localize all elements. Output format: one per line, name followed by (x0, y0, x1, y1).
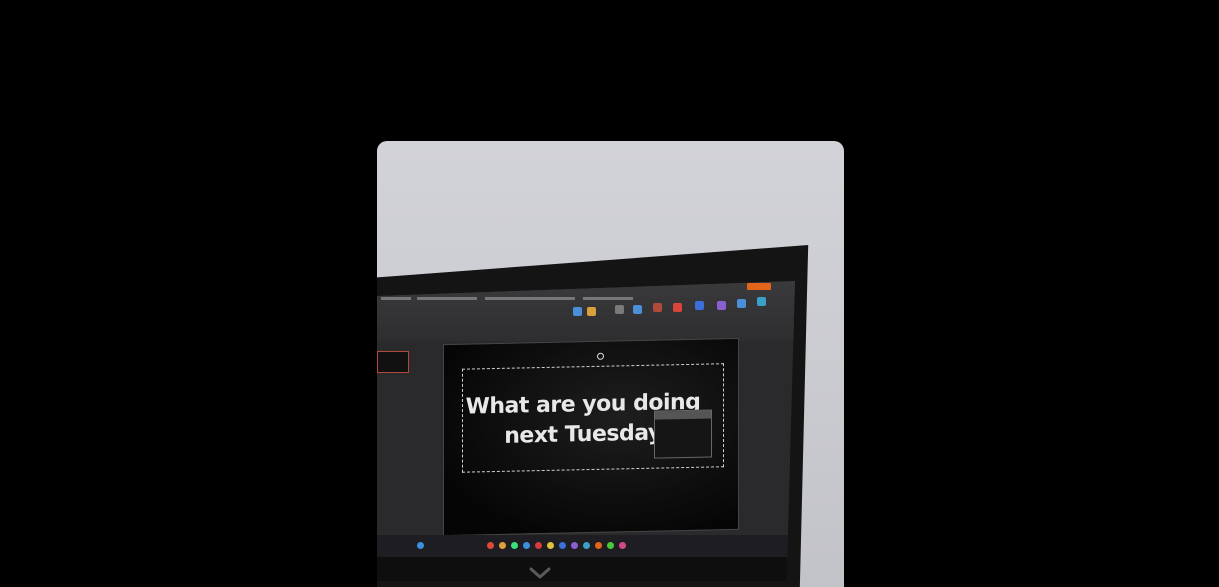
rotate-handle-icon (597, 352, 604, 360)
slide-canvas: What are you doing next Tuesday (443, 337, 739, 537)
laptop-image: What are you doing next Tuesday (377, 245, 809, 587)
windows-taskbar (377, 535, 795, 557)
format-popup (654, 409, 712, 459)
laptop-screen: What are you doing next Tuesday (377, 281, 795, 581)
powerpoint-ribbon (377, 281, 795, 341)
share-button (747, 283, 771, 290)
slide-thumbnail (377, 351, 409, 373)
media-viewer: What are you doing next Tuesday (0, 0, 1219, 587)
chevron-down-icon[interactable] (529, 566, 551, 580)
photo: What are you doing next Tuesday (377, 141, 844, 587)
